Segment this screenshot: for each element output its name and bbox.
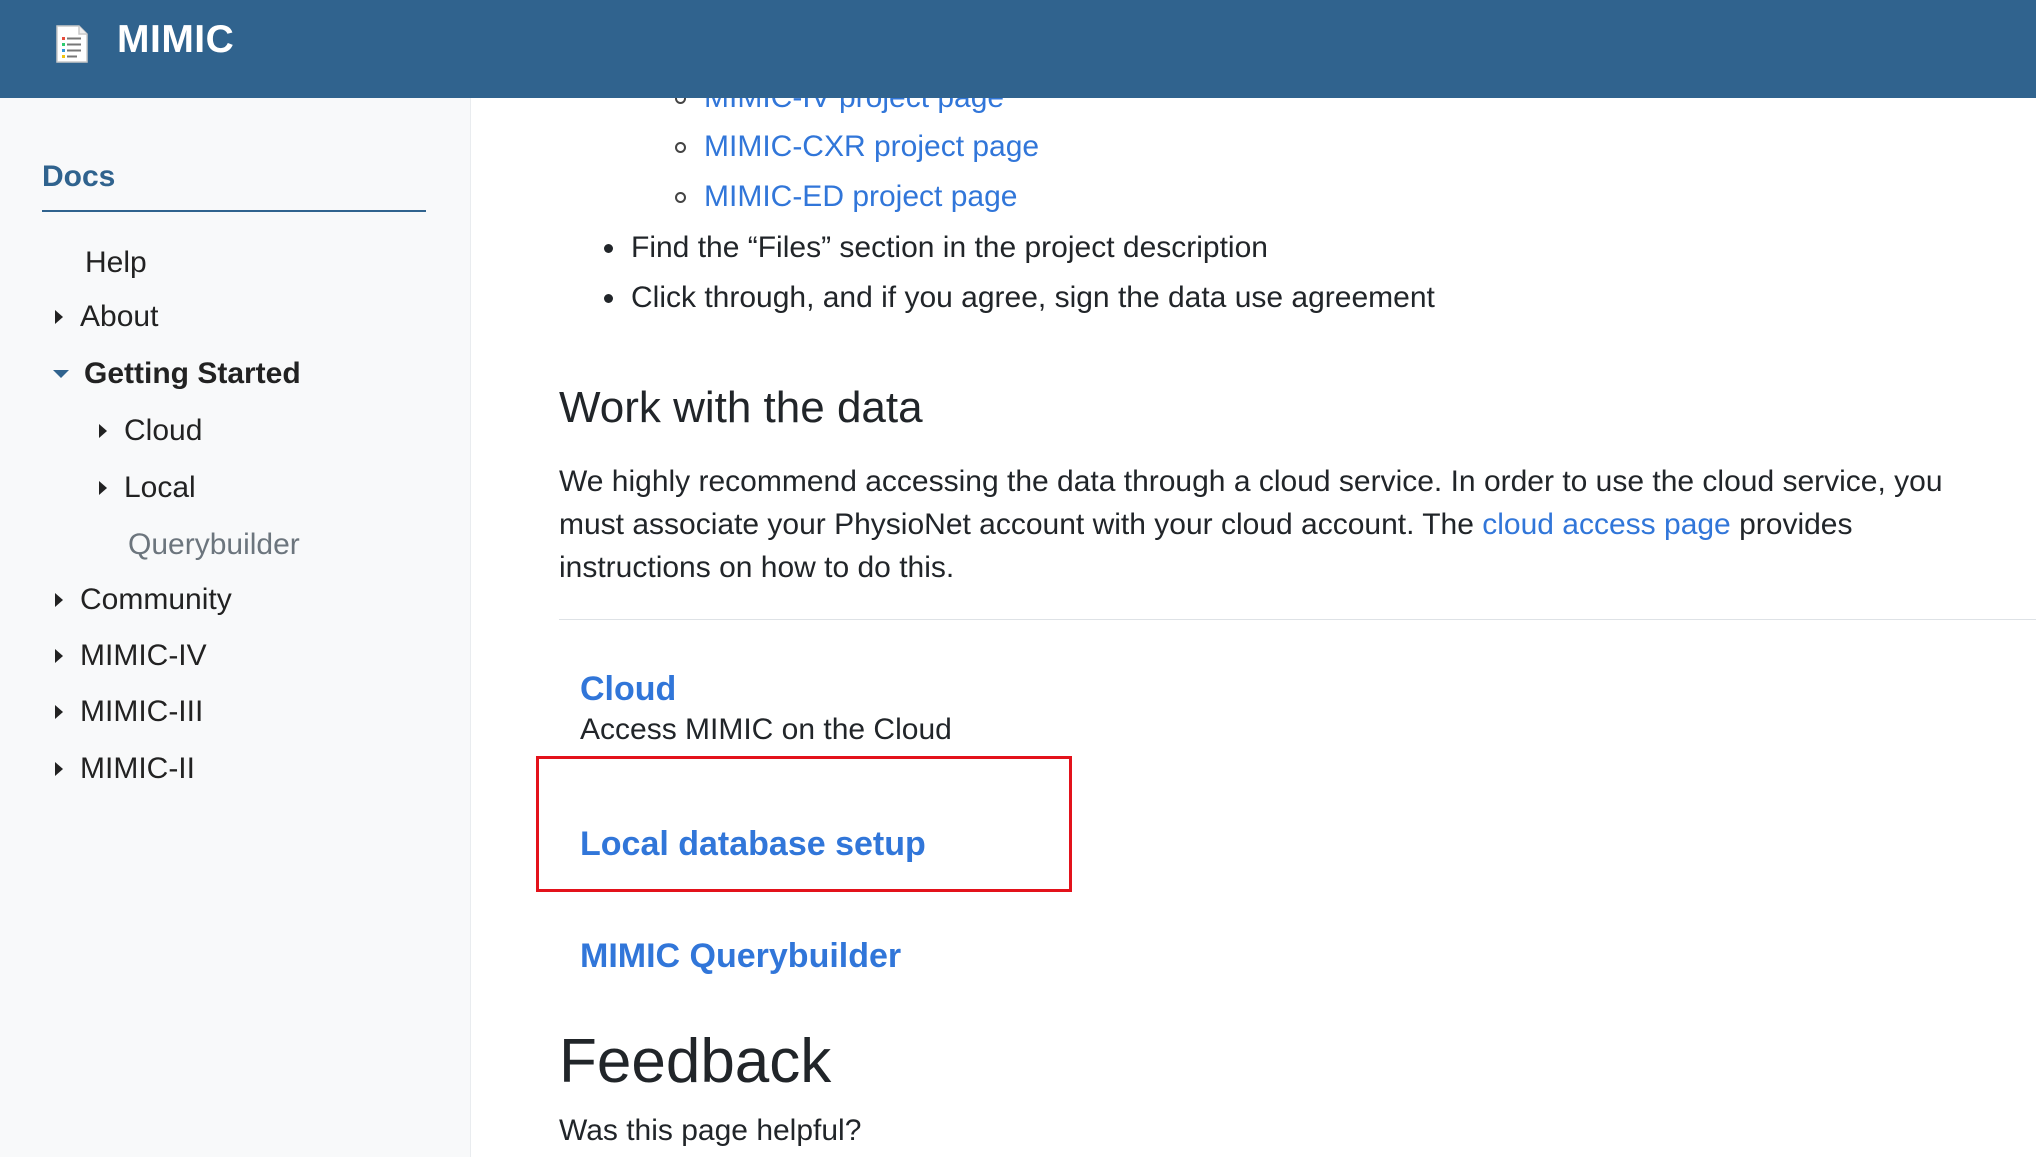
list-item: MIMIC-CXR project page — [675, 130, 1039, 164]
disc-bullet-icon — [604, 243, 613, 253]
section-heading: Work with the data — [559, 383, 923, 432]
circle-bullet-icon — [675, 98, 686, 104]
sidebar-item-querybuilder[interactable]: Querybuilder — [128, 525, 300, 565]
caret-right-icon — [55, 705, 63, 719]
caret-right-icon — [55, 310, 63, 324]
sidebar-item-label: About — [80, 300, 159, 333]
cloud-card-link[interactable]: Cloud — [580, 670, 676, 709]
cloud-access-page-link[interactable]: cloud access page — [1482, 508, 1731, 541]
feedback-heading: Feedback — [559, 1027, 832, 1096]
feedback-question: Was this page helpful? — [559, 1114, 862, 1147]
disc-bullet-icon — [604, 293, 613, 303]
sidebar-title-divider — [42, 210, 426, 212]
caret-right-icon — [55, 649, 63, 663]
docs-sidebar: Docs Help About Getting Started Cloud Lo… — [0, 98, 471, 1157]
mimic-iv-project-link[interactable]: MIMIC-IV project page — [704, 98, 1004, 115]
sidebar-item-label: Local — [124, 471, 196, 504]
sidebar-item-mimic-ii[interactable]: MIMIC-II — [52, 749, 195, 789]
cloud-card-description: Access MIMIC on the Cloud — [580, 713, 952, 746]
sidebar-item-community[interactable]: Community — [52, 580, 232, 620]
sidebar-item-label: MIMIC-III — [80, 695, 204, 728]
document-list-icon[interactable] — [55, 24, 89, 64]
circle-bullet-icon — [675, 191, 686, 203]
mimic-ed-project-link[interactable]: MIMIC-ED project page — [704, 180, 1017, 214]
sidebar-item-local[interactable]: Local — [96, 468, 196, 508]
sidebar-section-title[interactable]: Docs — [42, 160, 115, 194]
sidebar-item-about[interactable]: About — [52, 297, 158, 337]
mimic-cxr-project-link[interactable]: MIMIC-CXR project page — [704, 130, 1039, 164]
list-item: MIMIC-IV project page — [675, 98, 1004, 115]
local-database-setup-link[interactable]: Local database setup — [580, 825, 926, 864]
sidebar-item-label: Cloud — [124, 414, 203, 447]
sidebar-item-cloud[interactable]: Cloud — [96, 411, 202, 451]
sidebar-item-label: Querybuilder — [128, 528, 300, 561]
caret-right-icon — [99, 481, 107, 495]
mimic-querybuilder-link[interactable]: MIMIC Querybuilder — [580, 937, 901, 976]
sidebar-item-label: Help — [85, 246, 147, 279]
main-content: MIMIC-IV project page MIMIC-CXR project … — [472, 98, 2036, 1157]
caret-down-icon — [53, 370, 69, 378]
section-divider — [559, 619, 2036, 620]
caret-right-icon — [99, 424, 107, 438]
sidebar-item-mimic-iv[interactable]: MIMIC-IV — [52, 636, 207, 676]
step-text: Find the “Files” section in the project … — [631, 231, 1268, 264]
caret-right-icon — [55, 762, 63, 776]
caret-right-icon — [55, 593, 63, 607]
step-text: Click through, and if you agree, sign th… — [631, 281, 1435, 314]
list-item: MIMIC-ED project page — [675, 180, 1017, 214]
sidebar-item-label: MIMIC-IV — [80, 639, 207, 672]
sidebar-item-label: Getting Started — [84, 357, 301, 390]
sidebar-item-getting-started[interactable]: Getting Started — [52, 354, 301, 394]
intro-paragraph: We highly recommend accessing the data t… — [559, 460, 1999, 589]
top-navbar: MIMIC — [0, 0, 2036, 98]
circle-bullet-icon — [675, 141, 686, 153]
sidebar-item-mimic-iii[interactable]: MIMIC-III — [52, 692, 203, 732]
sidebar-item-help[interactable]: Help — [85, 243, 147, 283]
highlight-box — [536, 756, 1072, 892]
list-item: Find the “Files” section in the project … — [604, 231, 1268, 265]
sidebar-item-label: MIMIC-II — [80, 752, 195, 785]
sidebar-item-label: Community — [80, 583, 232, 616]
brand-title[interactable]: MIMIC — [117, 18, 234, 62]
list-item: Click through, and if you agree, sign th… — [604, 281, 1435, 315]
